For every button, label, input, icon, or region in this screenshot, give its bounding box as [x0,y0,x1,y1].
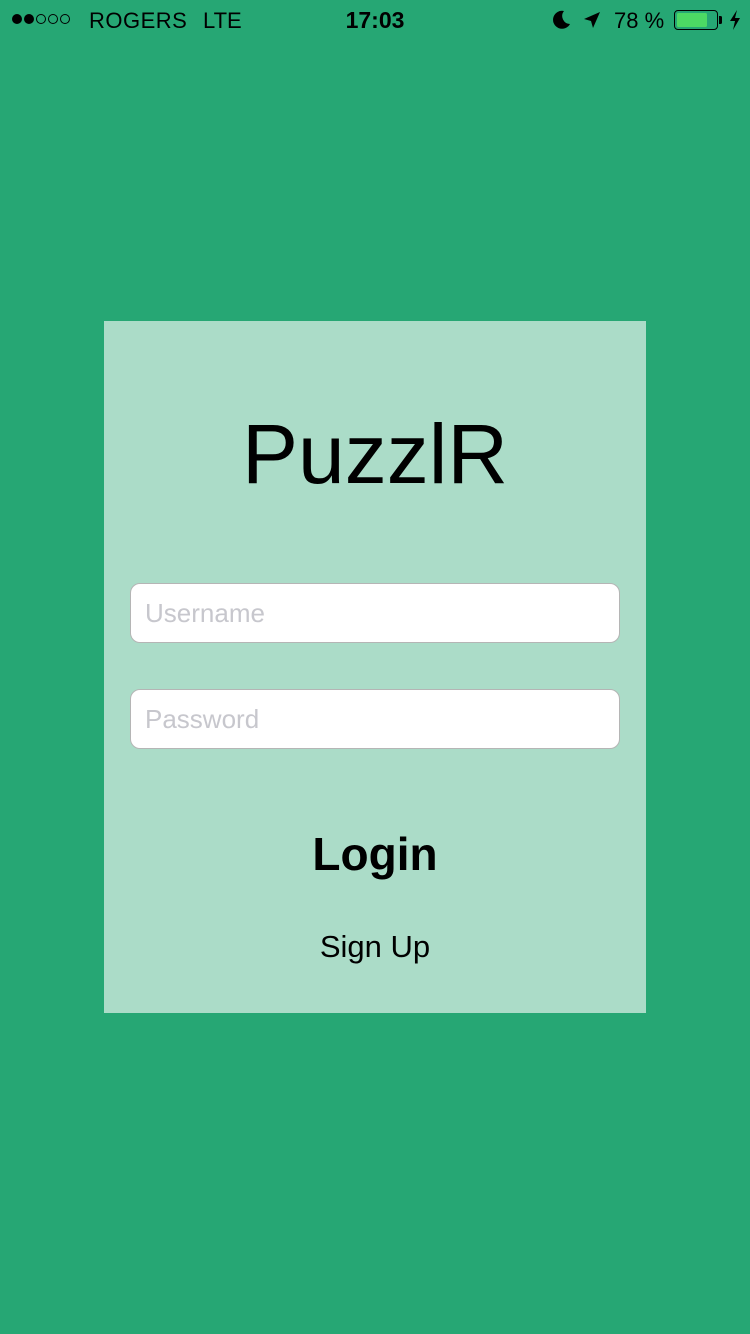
location-arrow-icon [584,12,600,28]
battery-percentage: 78 % [614,8,665,33]
status-bar: ROGERS LTE 17:03 78 % [0,0,750,40]
sign-up-button[interactable]: Sign Up [104,925,646,969]
moon-icon [553,10,570,29]
battery-shell [674,10,718,30]
username-input[interactable] [130,583,620,643]
login-button[interactable]: Login [104,821,646,887]
battery-icon [674,10,722,30]
login-card: PuzzlR Login Sign Up [104,321,646,1013]
app-title: PuzzlR [241,407,509,501]
password-input[interactable] [130,689,620,749]
battery-fill [677,13,707,27]
battery-nub [719,16,722,24]
charging-bolt-icon [730,10,740,30]
